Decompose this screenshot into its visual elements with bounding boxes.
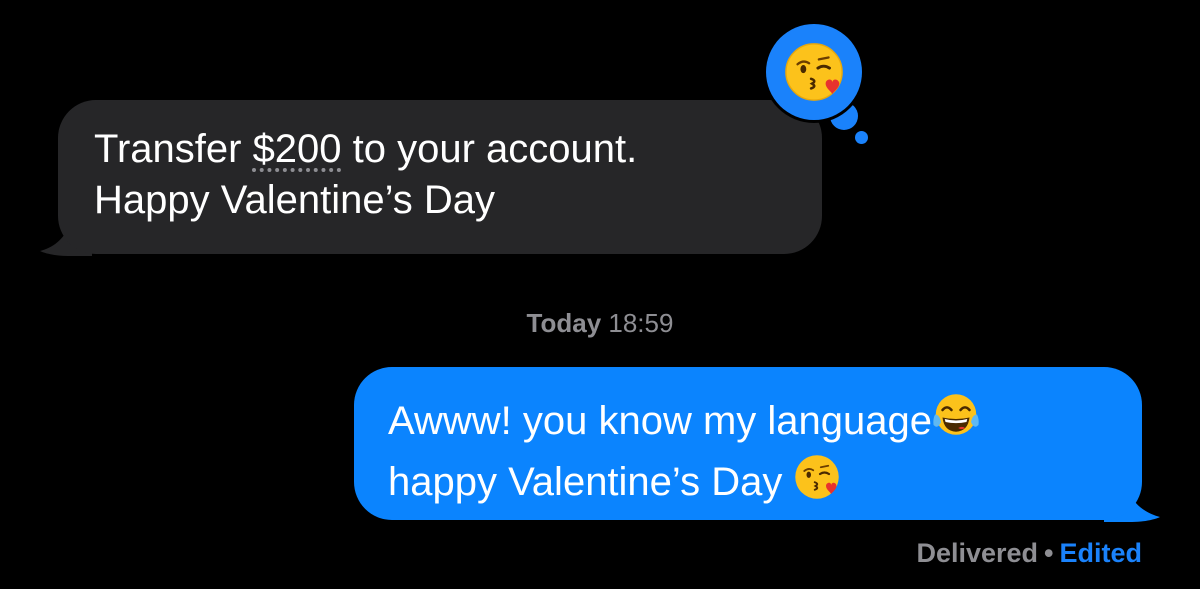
incoming-message-line-2: Happy Valentine’s Day [94, 178, 495, 222]
timestamp-time: 18:59 [608, 308, 674, 338]
timestamp-day: Today [526, 308, 602, 338]
message-thread: Transfer $200 to your account. Happy Val… [0, 0, 1200, 589]
face-blowing-kiss-icon [785, 43, 843, 101]
incoming-text-after-amount: to your account. [341, 127, 638, 171]
incoming-text-before-amount: Transfer [94, 127, 253, 171]
status-separator: • [1044, 538, 1054, 568]
outgoing-message-line-2: happy Valentine’s Day [388, 453, 1122, 514]
amount-link[interactable]: $200 [253, 127, 342, 171]
tapback-tail-dot [855, 131, 868, 144]
delivered-label: Delivered [916, 538, 1039, 568]
edited-link[interactable]: Edited [1059, 538, 1142, 568]
outgoing-message-bubble[interactable]: Awww! you know my language happy Valenti… [354, 367, 1142, 520]
outgoing-message-line-1: Awww! you know my language [388, 392, 1122, 453]
outgoing-line-1-text: Awww! you know my language [388, 399, 932, 443]
incoming-message-bubble[interactable]: Transfer $200 to your account. Happy Val… [58, 100, 822, 254]
face-blowing-kiss-icon [793, 453, 841, 514]
face-with-tears-of-joy-icon [932, 392, 980, 453]
outgoing-line-2-text: happy Valentine’s Day [388, 460, 794, 504]
delivery-status: Delivered • Edited [916, 536, 1142, 570]
tapback-reaction[interactable] [766, 24, 862, 120]
incoming-message-line-1: Transfer $200 to your account. [94, 124, 782, 175]
message-timestamp: Today 18:59 [0, 308, 1200, 338]
